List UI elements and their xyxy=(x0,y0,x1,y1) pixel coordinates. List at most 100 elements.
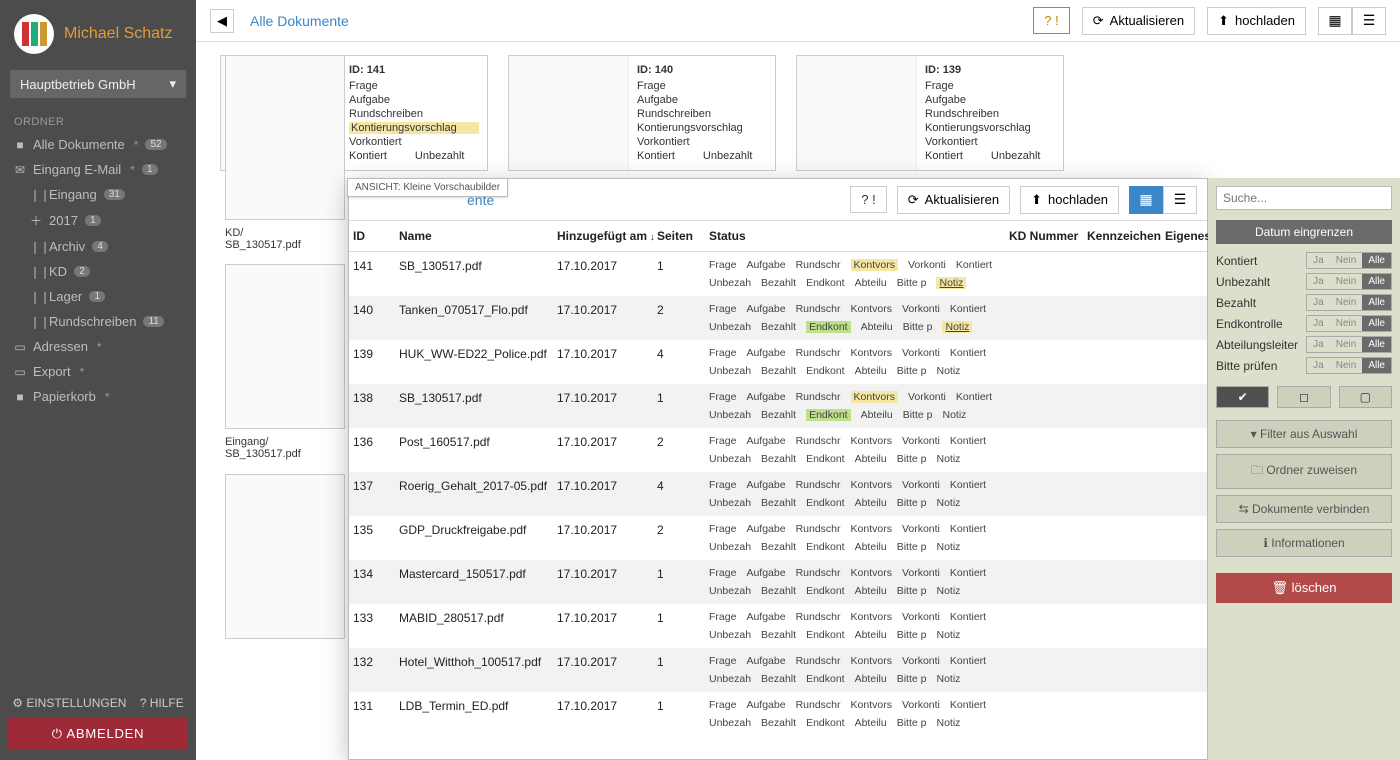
filter-tristate[interactable]: JaNeinAlle xyxy=(1306,294,1392,311)
filter-tristate[interactable]: JaNeinAlle xyxy=(1306,357,1392,374)
sidebar-item[interactable]: ■Alle Dokumente*52 xyxy=(0,132,196,157)
table-row[interactable]: 133MABID_280517.pdf17.10.20171FrageAufga… xyxy=(349,604,1207,648)
help-indicator-button[interactable]: ? ! xyxy=(1033,7,1069,34)
filter-tristate[interactable]: JaNeinAlle xyxy=(1306,336,1392,353)
assign-folder-button[interactable]: 🗀 Ordner zuweisen xyxy=(1216,454,1392,489)
document-thumbnail[interactable] xyxy=(225,474,345,639)
table-row[interactable]: 139HUK_WW-ED22_Police.pdf17.10.20174Frag… xyxy=(349,340,1207,384)
tri-no[interactable]: Nein xyxy=(1330,337,1363,352)
tri-all[interactable]: Alle xyxy=(1362,253,1391,268)
table-row[interactable]: 135GDP_Druckfreigabe.pdf17.10.20172Frage… xyxy=(349,516,1207,560)
tri-yes[interactable]: Ja xyxy=(1307,253,1330,268)
tri-all[interactable]: Alle xyxy=(1362,337,1391,352)
count-badge: 1 xyxy=(142,164,158,175)
delete-button[interactable]: 🗑 löschen xyxy=(1216,573,1392,603)
status-tag: Kontiert xyxy=(950,567,986,579)
company-selector[interactable]: Hauptbetrieb GmbH ▾ xyxy=(10,70,186,98)
sidebar-item[interactable]: ❘❘Rundschreiben11 xyxy=(0,309,196,334)
col-added[interactable]: Hinzugefügt am xyxy=(557,229,657,243)
information-button[interactable]: ℹ Informationen xyxy=(1216,529,1392,557)
status-tag: Aufgabe xyxy=(746,567,785,579)
document-thumbnail[interactable] xyxy=(225,264,345,429)
help-link[interactable]: ? HILFE xyxy=(140,696,184,710)
view-list-button[interactable]: ☰ xyxy=(1163,186,1197,214)
col-status[interactable]: Status xyxy=(709,229,1009,243)
tri-no[interactable]: Nein xyxy=(1330,274,1363,289)
refresh-icon: ⟳ xyxy=(1093,13,1104,29)
filter-tristate[interactable]: JaNeinAlle xyxy=(1306,315,1392,332)
filter-tristate[interactable]: JaNeinAlle xyxy=(1306,273,1392,290)
breadcrumb-item[interactable]: Alle Dokumente xyxy=(242,9,377,33)
tri-no[interactable]: Nein xyxy=(1330,358,1363,373)
table-row[interactable]: 131LDB_Termin_ED.pdf17.10.20171FrageAufg… xyxy=(349,692,1207,736)
table-row[interactable]: 138SB_130517.pdf17.10.20171FrageAufgabeR… xyxy=(349,384,1207,428)
tri-no[interactable]: Nein xyxy=(1330,316,1363,331)
tri-yes[interactable]: Ja xyxy=(1307,316,1330,331)
sidebar-item[interactable]: ✉Eingang E-Mail*1 xyxy=(0,157,196,182)
help-indicator-button[interactable]: ? ! xyxy=(850,186,886,213)
document-thumbnail[interactable] xyxy=(225,55,345,220)
filter-from-selection-button[interactable]: ▾ Filter aus Auswahl xyxy=(1216,420,1392,448)
sidebar-item[interactable]: ❘❘Lager1 xyxy=(0,284,196,309)
table-row[interactable]: 136Post_160517.pdf17.10.20172FrageAufgab… xyxy=(349,428,1207,472)
cell-id: 134 xyxy=(353,567,399,581)
tri-yes[interactable]: Ja xyxy=(1307,274,1330,289)
folder-icon: ＋ xyxy=(30,212,42,229)
upload-button[interactable]: ⬆hochladen xyxy=(1020,186,1119,214)
status-tag: Bezahlt xyxy=(761,365,796,377)
table-row[interactable]: 140Tanken_070517_Flo.pdf17.10.20172Frage… xyxy=(349,296,1207,340)
sidebar-item[interactable]: ▭Export* xyxy=(0,359,196,384)
document-card[interactable]: ID: 139FrageAufgabeRundschreibenKontieru… xyxy=(796,55,1064,171)
tri-yes[interactable]: Ja xyxy=(1307,337,1330,352)
tri-all[interactable]: Alle xyxy=(1362,295,1391,310)
sidebar-item[interactable]: ❘❘Eingang31 xyxy=(0,182,196,207)
back-button[interactable]: ◀ xyxy=(210,9,234,33)
col-id[interactable]: ID xyxy=(353,229,399,243)
sidebar-item[interactable]: ■Papierkorb* xyxy=(0,384,196,409)
table-row[interactable]: 132Hotel_Witthoh_100517.pdf17.10.20171Fr… xyxy=(349,648,1207,692)
tri-all[interactable]: Alle xyxy=(1362,274,1391,289)
view-list-button[interactable]: ☰ xyxy=(1352,7,1386,35)
sidebar-item[interactable]: ▭Adressen* xyxy=(0,334,196,359)
status-tag: Frage xyxy=(709,347,736,359)
refresh-button[interactable]: ⟳Aktualisieren xyxy=(1082,7,1195,35)
search-input[interactable] xyxy=(1216,186,1392,210)
logout-button[interactable]: ⏻ ABMELDEN xyxy=(8,718,188,750)
document-card[interactable]: ID: 140FrageAufgabeRundschreibenKontieru… xyxy=(508,55,776,171)
settings-link[interactable]: ⚙ EINSTELLUNGEN xyxy=(12,696,126,710)
table-row[interactable]: 141SB_130517.pdf17.10.20171FrageAufgabeR… xyxy=(349,252,1207,296)
table-row[interactable]: 137Roerig_Gehalt_2017-05.pdf17.10.20174F… xyxy=(349,472,1207,516)
tri-no[interactable]: Nein xyxy=(1330,253,1363,268)
filter-tristate[interactable]: JaNeinAlle xyxy=(1306,252,1392,269)
table-row[interactable]: 134Mastercard_150517.pdf17.10.20171Frage… xyxy=(349,560,1207,604)
sidebar-item[interactable]: ❘❘KD2 xyxy=(0,259,196,284)
select-mode-empty[interactable]: ▢ xyxy=(1339,386,1392,408)
tri-all[interactable]: Alle xyxy=(1362,358,1391,373)
status-tag: Vorkonti xyxy=(902,303,940,315)
sidebar-item[interactable]: ❘❘Archiv4 xyxy=(0,234,196,259)
cell-id: 132 xyxy=(353,655,399,669)
tri-all[interactable]: Alle xyxy=(1362,316,1391,331)
select-mode-square[interactable]: ◻ xyxy=(1277,386,1330,408)
cell-date: 17.10.2017 xyxy=(557,611,657,625)
tri-no[interactable]: Nein xyxy=(1330,295,1363,310)
cell-pages: 1 xyxy=(657,699,709,713)
date-range-header[interactable]: Datum eingrenzen xyxy=(1216,220,1392,244)
filter-label: Bitte prüfen xyxy=(1216,359,1277,373)
folder-icon: ❘❘ xyxy=(30,240,42,254)
select-mode-check[interactable]: ✔ xyxy=(1216,386,1269,408)
view-grid-button[interactable]: ▦ xyxy=(1129,186,1163,214)
col-kennz[interactable]: Kennzeichen xyxy=(1087,229,1165,243)
status-tag: Frage xyxy=(709,435,736,447)
tri-yes[interactable]: Ja xyxy=(1307,358,1330,373)
sidebar-item[interactable]: ＋20171 xyxy=(0,207,196,234)
tri-yes[interactable]: Ja xyxy=(1307,295,1330,310)
refresh-button[interactable]: ⟳Aktualisieren xyxy=(897,186,1010,214)
merge-documents-button[interactable]: ⇆ Dokumente verbinden xyxy=(1216,495,1392,523)
col-pages[interactable]: Seiten xyxy=(657,229,709,243)
upload-button[interactable]: ⬆hochladen xyxy=(1207,7,1306,35)
view-grid-button[interactable]: ▦ xyxy=(1318,7,1352,35)
filter-row: KontiertJaNeinAlle xyxy=(1216,252,1392,269)
col-name[interactable]: Name xyxy=(399,229,557,243)
col-kdnum[interactable]: KD Nummer xyxy=(1009,229,1087,243)
